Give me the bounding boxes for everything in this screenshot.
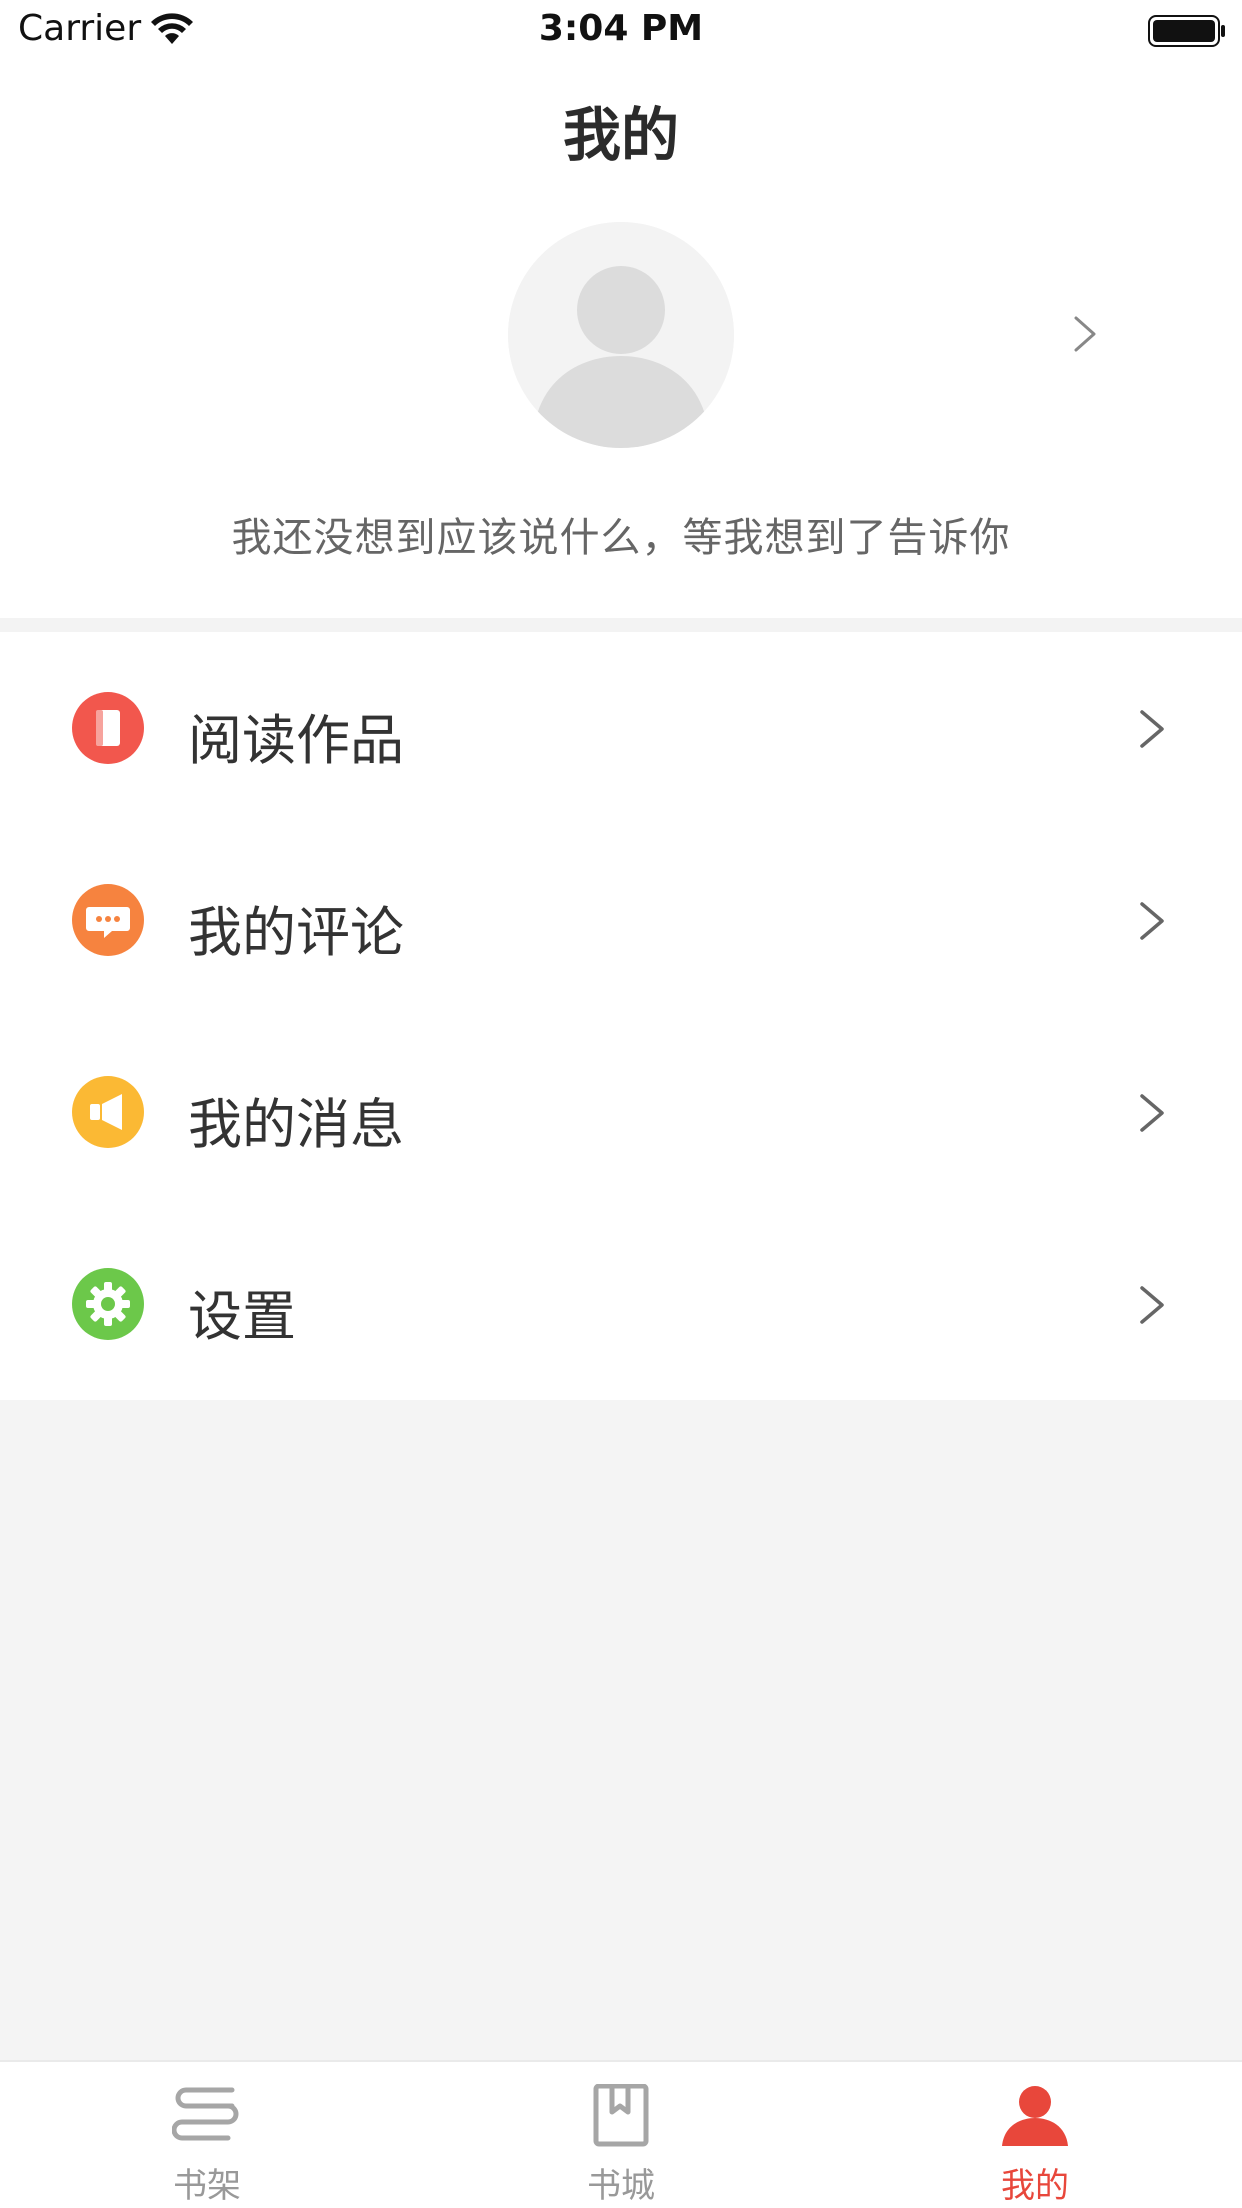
empty-background (0, 1400, 1242, 2060)
tab-label: 我的 (1001, 2166, 1069, 2206)
chevron-right-icon (1140, 902, 1164, 940)
section-divider (0, 618, 1242, 632)
menu-item-settings[interactable]: 设置 (0, 1208, 1242, 1400)
menu-item-reading[interactable]: 阅读作品 (0, 632, 1242, 824)
menu-item-messages[interactable]: 我的消息 (0, 1016, 1242, 1208)
chevron-right-icon (1140, 1094, 1164, 1132)
page-title: 我的 (562, 101, 679, 169)
book-icon (72, 692, 144, 764)
menu-item-comments[interactable]: 我的评论 (0, 824, 1242, 1016)
tab-bar: 书架 书城 我的 (0, 2060, 1242, 2208)
menu-item-label: 阅读作品 (188, 709, 404, 772)
tab-me[interactable]: 我的 (828, 2062, 1242, 2208)
chevron-right-icon (1140, 1286, 1164, 1324)
menu-item-label: 我的评论 (188, 901, 404, 964)
battery-icon (1148, 15, 1225, 47)
tab-bookshelf[interactable]: 书架 (0, 2062, 414, 2208)
me-screen: Carrier 3:04 PM 我的 我还没想到应该说什么，等我想到了告诉你 阅… (0, 0, 1242, 2208)
megaphone-icon (72, 1076, 144, 1148)
tab-label: 书架 (173, 2166, 241, 2206)
avatar[interactable] (508, 222, 734, 448)
user-icon (1002, 2086, 1068, 2146)
tab-label: 书城 (587, 2166, 655, 2206)
tab-bookstore[interactable]: 书城 (414, 2062, 828, 2208)
comment-icon (72, 884, 144, 956)
profile-header[interactable]: 我还没想到应该说什么，等我想到了告诉你 (0, 200, 1242, 618)
bookshelf-icon (172, 2087, 239, 2141)
menu-list: 阅读作品 我的评论 我的消息 设置 (0, 632, 1242, 1400)
status-time: 3:04 PM (538, 8, 704, 49)
default-avatar-icon (508, 222, 734, 448)
menu-item-label: 我的消息 (188, 1093, 404, 1156)
gear-icon (72, 1268, 144, 1340)
menu-item-label: 设置 (188, 1285, 296, 1348)
bookstore-icon (593, 2084, 649, 2147)
status-bar: Carrier 3:04 PM (0, 0, 1242, 60)
profile-signature: 我还没想到应该说什么，等我想到了告诉你 (231, 515, 1011, 561)
chevron-right-icon (1074, 316, 1096, 352)
chevron-right-icon (1140, 710, 1164, 748)
